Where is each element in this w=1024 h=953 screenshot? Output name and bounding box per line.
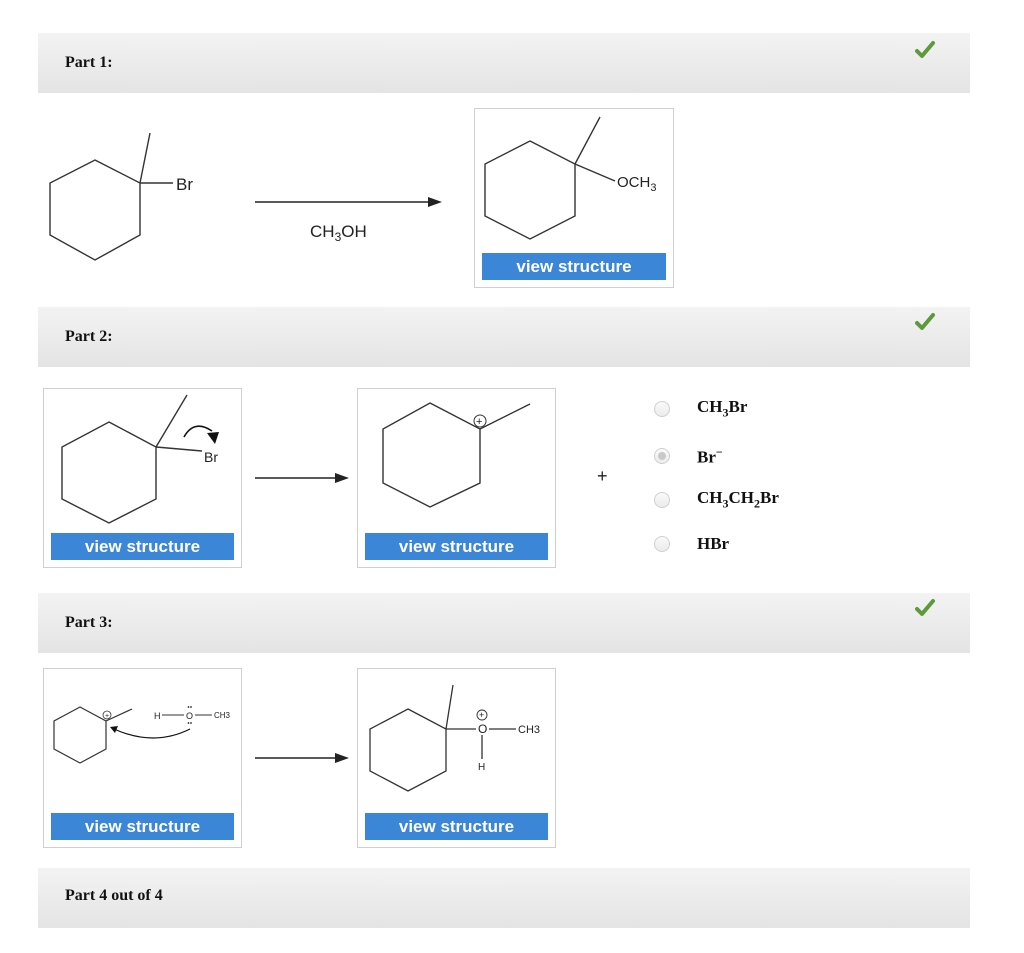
option-ch3ch2br[interactable]: CH3CH2Br	[654, 488, 779, 511]
view-structure-button[interactable]: view structure	[365, 533, 548, 560]
part3-product-molecule: O + CH3 H	[369, 684, 540, 792]
radio-button[interactable]	[654, 401, 670, 417]
part3-reaction-arrow	[255, 753, 349, 763]
option-ch3br[interactable]: CH3Br	[654, 397, 748, 420]
option-br-minus[interactable]: Br−	[654, 445, 723, 467]
svg-text:+: +	[479, 710, 484, 720]
part3-product-o: O	[478, 722, 487, 736]
option-label: Br−	[697, 444, 723, 467]
part3-product-h: H	[478, 762, 485, 773]
part-1-title: Part 1:	[65, 54, 113, 71]
option-label: CH3Br	[697, 397, 748, 420]
part-3-header: Part 3:	[38, 593, 970, 653]
option-label: CH3CH2Br	[697, 488, 779, 511]
part-2-title: Part 2:	[65, 328, 113, 345]
part3-product-ch3: CH3	[518, 724, 540, 736]
part2-br-label: Br	[204, 449, 218, 465]
part2-reactant-molecule: Br	[61, 394, 219, 524]
part1-reactant-molecule: Br	[49, 132, 193, 261]
part3-o-label: O	[186, 711, 193, 721]
view-structure-button[interactable]: view structure	[482, 253, 666, 280]
part2-carbocation-box: + view structure	[357, 388, 556, 568]
part-2-header: Part 2:	[38, 307, 970, 367]
part1-och3-label: OCH3	[617, 174, 656, 194]
radio-button[interactable]	[654, 492, 670, 508]
part1-reagent: CH3OH	[310, 222, 367, 244]
part3-product-box: O + CH3 H view structure	[357, 668, 556, 848]
part2-reactant-box: Br view structure	[43, 388, 242, 568]
part-4-title: Part 4 out of 4	[65, 887, 163, 904]
part-4-header: Part 4 out of 4	[38, 868, 970, 928]
part1-product-molecule: OCH3	[484, 116, 656, 240]
carbocation-charge: +	[476, 416, 482, 428]
radio-button-selected[interactable]	[654, 448, 670, 464]
svg-text:+: +	[105, 713, 109, 720]
part-3-title: Part 3:	[65, 614, 113, 631]
option-label: HBr	[697, 534, 730, 553]
part1-br-label: Br	[176, 175, 193, 194]
part-1-header: Part 1:	[38, 33, 970, 93]
view-structure-button[interactable]: view structure	[51, 813, 234, 840]
radio-button[interactable]	[654, 536, 670, 552]
part1-reaction-arrow: CH3OH	[255, 197, 442, 244]
checkmark-icon	[915, 599, 935, 616]
part1-product-box: OCH3 view structure	[474, 108, 674, 288]
part2-reaction-arrow	[255, 473, 349, 483]
part3-reactant-molecule: + H O CH3	[53, 706, 231, 764]
view-structure-button[interactable]: view structure	[51, 533, 234, 560]
checkmark-icon	[915, 313, 935, 330]
plus-sign: +	[597, 466, 608, 486]
part2-carbocation-molecule: +	[382, 402, 531, 508]
part3-reactant-box: + H O CH3 view structure	[43, 668, 242, 848]
part3-ch3-label: CH3	[214, 711, 231, 720]
view-structure-button[interactable]: view structure	[365, 813, 548, 840]
part3-h-label: H	[154, 711, 161, 721]
checkmark-icon	[915, 41, 935, 58]
option-hbr[interactable]: HBr	[654, 533, 729, 555]
